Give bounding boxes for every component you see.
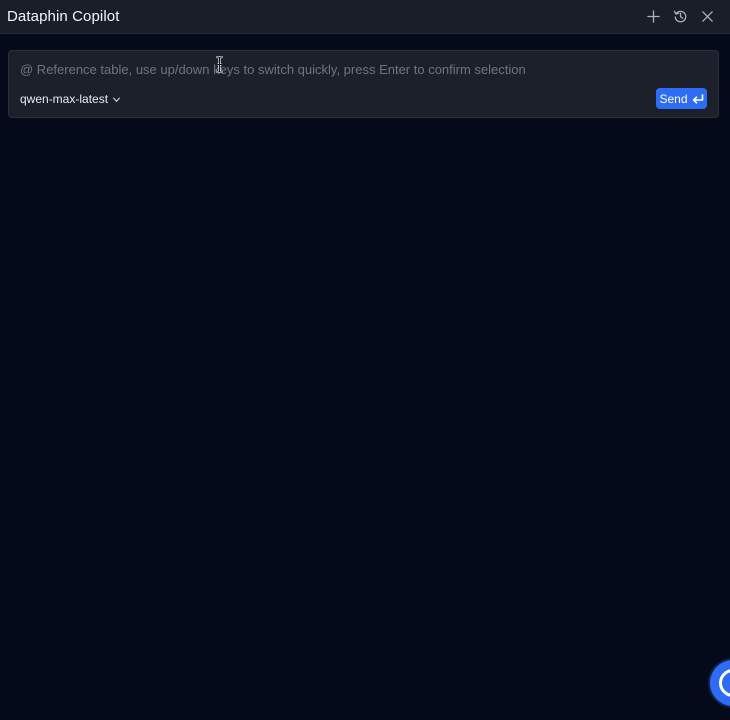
assistant-logo-icon: [719, 669, 730, 697]
assistant-float-button[interactable]: [710, 660, 730, 706]
close-icon: [701, 11, 713, 22]
copilot-panel: Dataphin Copilot @ Reference table, use …: [0, 0, 730, 720]
panel-title: Dataphin Copilot: [7, 8, 120, 25]
send-label: Send: [659, 91, 688, 106]
prompt-input[interactable]: [20, 59, 700, 79]
enter-key-icon: [692, 93, 703, 104]
history-button[interactable]: [672, 9, 688, 25]
close-button[interactable]: [699, 9, 715, 25]
model-selector[interactable]: qwen-max-latest: [20, 91, 121, 107]
header-actions: [645, 9, 715, 25]
new-chat-button[interactable]: [645, 9, 661, 25]
send-button[interactable]: Send: [656, 88, 707, 109]
history-icon: [673, 10, 686, 23]
copilot-header: Dataphin Copilot: [0, 0, 730, 34]
chevron-down-icon: [112, 96, 121, 102]
model-name: qwen-max-latest: [20, 92, 109, 106]
plus-icon: [646, 10, 660, 23]
